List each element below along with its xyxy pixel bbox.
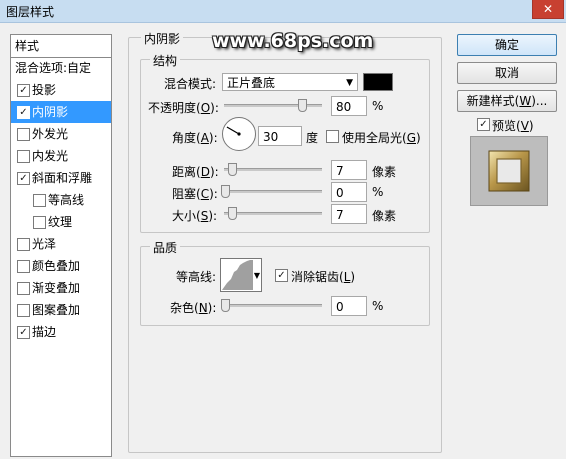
noise-unit: %: [372, 299, 384, 313]
choke-unit: %: [372, 185, 384, 199]
style-list-item[interactable]: 内发光: [11, 145, 111, 167]
style-preview-thumbnail: [470, 136, 548, 206]
style-checkbox[interactable]: [17, 260, 30, 273]
style-list-item[interactable]: 混合选项:自定: [11, 57, 111, 79]
style-list-label: 外发光: [32, 127, 69, 141]
opacity-slider-thumb[interactable]: [298, 99, 308, 112]
style-checkbox[interactable]: ✓: [17, 326, 30, 339]
choke-label: 阻塞(C):: [172, 187, 218, 201]
antialias-checkbox[interactable]: ✓: [275, 269, 288, 282]
global-light-checkbox[interactable]: [326, 130, 339, 143]
style-checkbox[interactable]: ✓: [17, 106, 30, 119]
style-checkbox[interactable]: ✓: [17, 172, 30, 185]
global-light-label: 使用全局光(G): [342, 131, 421, 145]
style-checkbox[interactable]: ✓: [17, 84, 30, 97]
style-checkbox[interactable]: [17, 238, 30, 251]
site-watermark: www.68ps.com: [212, 30, 374, 52]
new-style-button[interactable]: 新建样式(W)...: [457, 90, 557, 112]
contour-label: 等高线:: [176, 270, 217, 284]
style-list-label: 斜面和浮雕: [32, 171, 93, 185]
style-list-label: 内发光: [32, 149, 69, 163]
structure-title: 结构: [150, 52, 181, 69]
close-icon: ✕: [542, 2, 554, 16]
dropdown-arrow-icon: ▼: [346, 78, 353, 88]
opacity-input[interactable]: 80: [331, 96, 367, 116]
title-bar: 图层样式 ✕: [0, 0, 566, 23]
shadow-color-swatch[interactable]: [363, 73, 393, 91]
style-list-item[interactable]: ✓ 斜面和浮雕: [11, 167, 111, 189]
style-list-label: 内阴影: [32, 105, 69, 119]
style-checkbox[interactable]: [33, 194, 46, 207]
size-unit: 像素: [372, 209, 397, 223]
antialias-label: 消除锯齿(L): [291, 270, 356, 284]
choke-slider-thumb[interactable]: [221, 185, 230, 198]
cancel-button[interactable]: 取消: [457, 62, 557, 84]
angle-label: 角度(A):: [172, 131, 218, 145]
noise-slider-track[interactable]: [224, 304, 322, 307]
opacity-label: 不透明度(O):: [148, 101, 219, 115]
styles-header[interactable]: 样式: [11, 35, 111, 58]
blend-mode-label: 混合模式:: [164, 77, 217, 91]
distance-input[interactable]: 7: [331, 160, 367, 180]
blend-mode-value: 正片叠底: [227, 76, 276, 90]
style-list-label: 颜色叠加: [32, 259, 81, 273]
styles-list-panel: 样式 混合选项:自定 ✓ 投影 ✓ 内阴影 外发光 内发光 ✓ 斜面和浮雕 等高线 纹理 光泽 颜色叠加…: [10, 34, 112, 457]
style-list-label: 描边: [32, 325, 57, 339]
style-list-item[interactable]: 纹理: [11, 211, 111, 233]
contour-picker[interactable]: [220, 258, 256, 292]
blend-mode-select[interactable]: 正片叠底 ▼: [222, 73, 358, 91]
style-checkbox[interactable]: [33, 216, 46, 229]
angle-dial-needle: [226, 126, 241, 136]
style-list-label: 混合选项:自定: [15, 61, 92, 75]
noise-input[interactable]: 0: [331, 296, 367, 316]
size-input[interactable]: 7: [331, 204, 367, 224]
style-list-item[interactable]: 渐变叠加: [11, 277, 111, 299]
close-button[interactable]: ✕: [532, 0, 564, 19]
style-list-item[interactable]: 图案叠加: [11, 299, 111, 321]
style-list-item[interactable]: ✓ 内阴影: [11, 101, 111, 123]
quality-title: 品质: [150, 239, 181, 256]
opacity-unit: %: [372, 99, 384, 113]
style-checkbox[interactable]: [17, 304, 30, 317]
style-list-item[interactable]: ✓ 描边: [11, 321, 111, 343]
distance-unit: 像素: [372, 165, 397, 179]
preview-label: 预览(V): [492, 119, 534, 133]
style-list-label: 投影: [32, 83, 57, 97]
contour-dropdown-icon[interactable]: ▼: [253, 258, 262, 292]
noise-label: 杂色(N):: [170, 301, 217, 315]
style-checkbox[interactable]: [17, 128, 30, 141]
style-list-item[interactable]: 外发光: [11, 123, 111, 145]
preview-frame-image: [488, 150, 530, 192]
style-list-label: 纹理: [48, 215, 73, 229]
size-slider-thumb[interactable]: [228, 207, 237, 220]
styles-header-label: 样式: [15, 39, 40, 53]
style-list-label: 光泽: [32, 237, 57, 251]
distance-label: 距离(D):: [172, 165, 219, 179]
style-list-label: 等高线: [48, 193, 85, 207]
angle-dial[interactable]: [222, 117, 256, 151]
size-slider-track[interactable]: [224, 212, 322, 215]
noise-slider-thumb[interactable]: [221, 299, 230, 312]
style-list-item[interactable]: 光泽: [11, 233, 111, 255]
style-checkbox[interactable]: [17, 282, 30, 295]
style-checkbox[interactable]: [17, 150, 30, 163]
style-list-item[interactable]: 等高线: [11, 189, 111, 211]
distance-slider-thumb[interactable]: [228, 163, 237, 176]
choke-input[interactable]: 0: [331, 182, 367, 202]
choke-slider-track[interactable]: [224, 190, 322, 193]
contour-curve-icon: [222, 260, 254, 290]
angle-unit: 度: [306, 131, 319, 145]
style-list-item[interactable]: 颜色叠加: [11, 255, 111, 277]
size-label: 大小(S):: [172, 209, 218, 223]
ok-button[interactable]: 确定: [457, 34, 557, 56]
style-list-item[interactable]: ✓ 投影: [11, 79, 111, 101]
style-list-label: 图案叠加: [32, 303, 81, 317]
inner-shadow-title: 内阴影: [141, 30, 184, 47]
preview-checkbox[interactable]: ✓: [477, 118, 490, 131]
window-title: 图层样式: [6, 5, 55, 19]
style-list-label: 渐变叠加: [32, 281, 81, 295]
angle-input[interactable]: 30: [258, 126, 302, 146]
opacity-slider-track[interactable]: [224, 104, 322, 107]
distance-slider-track[interactable]: [224, 168, 322, 171]
